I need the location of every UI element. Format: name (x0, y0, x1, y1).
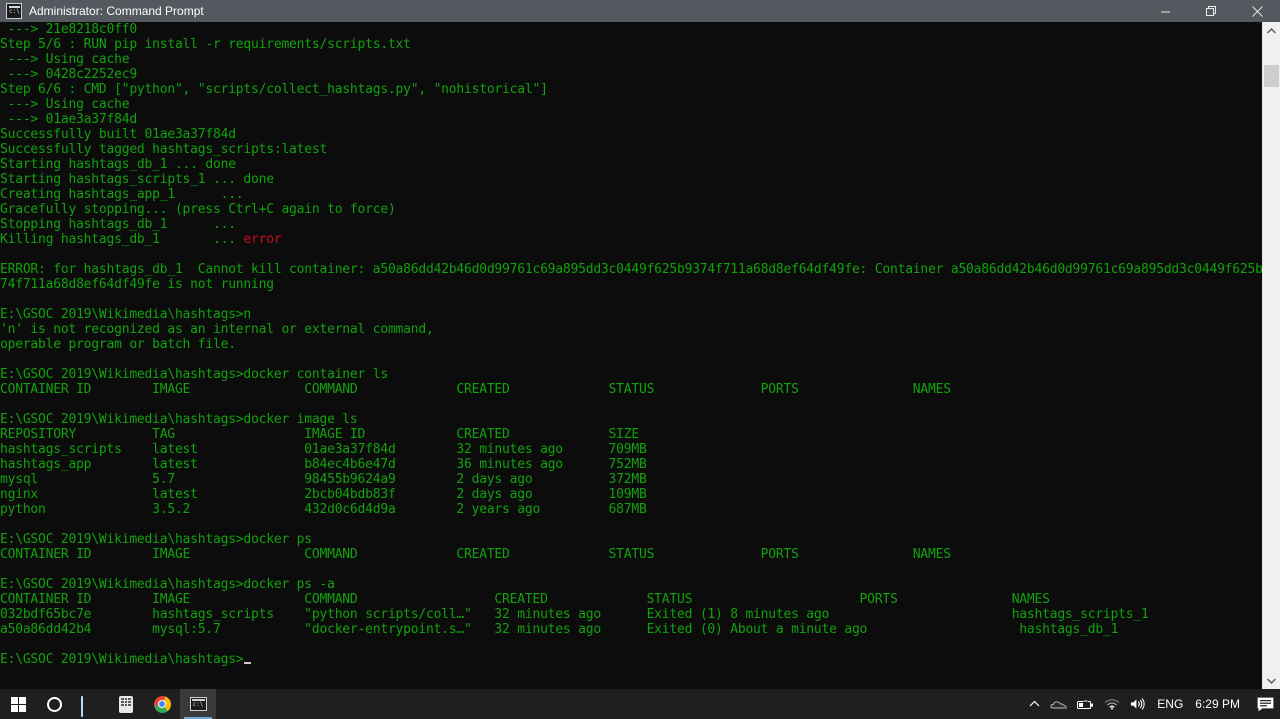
action-center-icon[interactable] (1250, 689, 1280, 719)
terminal-line: ---> 01ae3a37f84d (0, 112, 138, 127)
scroll-up-arrow-icon[interactable] (1263, 22, 1280, 39)
taskbar-item-command-prompt[interactable] (180, 689, 216, 719)
terminal-cursor (244, 662, 252, 664)
battery-icon[interactable] (1072, 689, 1099, 719)
terminal-line: Creating hashtags_app_1 ... (0, 187, 244, 202)
terminal-line: Killing hashtags_db_1 ... error (0, 232, 282, 247)
terminal-line: E:\GSOC 2019\Wikimedia\hashtags>docker i… (0, 412, 358, 427)
terminal-line: E:\GSOC 2019\Wikimedia\hashtags>n (0, 307, 252, 322)
terminal-line: E:\GSOC 2019\Wikimedia\hashtags> (0, 652, 1262, 667)
windows-start-icon (10, 696, 26, 712)
terminal-line: nginx latest 2bcb04bdb83f 2 days ago 109… (0, 487, 647, 502)
show-hidden-icons-button[interactable] (1024, 689, 1045, 719)
terminal-line: mysql 5.7 98455b9624a9 2 days ago 372MB (0, 472, 647, 487)
restore-button[interactable] (1188, 0, 1234, 22)
taskbar-item-monitor[interactable] (72, 689, 108, 719)
system-tray: ENG 6:29 PM (1024, 689, 1280, 719)
scrollbar-thumb[interactable] (1264, 65, 1279, 87)
terminal-line: E:\GSOC 2019\Wikimedia\hashtags>docker p… (0, 577, 335, 592)
chrome-icon (153, 695, 171, 713)
wifi-icon[interactable] (1099, 689, 1125, 719)
terminal-line: Step 5/6 : RUN pip install -r requiremen… (0, 37, 411, 52)
volume-icon[interactable] (1125, 689, 1151, 719)
scroll-down-arrow-icon[interactable] (1263, 672, 1280, 689)
terminal-line: Step 6/6 : CMD ["python", "scripts/colle… (0, 82, 548, 97)
cortana-icon (46, 696, 62, 712)
windows-taskbar: ENG 6:29 PM (0, 689, 1280, 719)
calculator-icon (119, 695, 133, 713)
terminal-line: E:\GSOC 2019\Wikimedia\hashtags>docker p… (0, 532, 312, 547)
terminal-line: Gracefully stopping... (press Ctrl+C aga… (0, 202, 396, 217)
window-title: Administrator: Command Prompt (29, 4, 204, 18)
command-prompt-icon (189, 697, 207, 711)
minimize-button[interactable] (1142, 0, 1188, 22)
terminal-error-text: error (243, 232, 282, 247)
scrollbar-track[interactable] (1263, 39, 1280, 672)
terminal-line: python 3.5.2 432d0c6d4d9a 2 years ago 68… (0, 502, 647, 517)
terminal-line: ---> 21e8218c0ff0 (0, 22, 138, 37)
onedrive-icon[interactable] (1045, 689, 1072, 719)
terminal-line: a50a86dd42b4 mysql:5.7 "docker-entrypoin… (0, 622, 1119, 637)
language-indicator[interactable]: ENG (1151, 689, 1189, 719)
terminal-line: ---> Using cache (0, 97, 130, 112)
desktop-root: Administrator: Command Prompt ---> 21e82… (0, 0, 1280, 719)
taskbar-item-chrome[interactable] (144, 689, 180, 719)
terminal-line: Successfully built 01ae3a37f84d (0, 127, 236, 142)
terminal-line: hashtags_app latest b84ec4b6e47d 36 minu… (0, 457, 647, 472)
monitor-icon (81, 696, 99, 717)
terminal-line: operable program or batch file. (0, 337, 236, 352)
terminal-line: Stopping hashtags_db_1 ... (0, 217, 236, 232)
terminal-line: 'n' is not recognized as an internal or … (0, 322, 434, 337)
terminal-line: ---> Using cache (0, 52, 130, 67)
terminal-line: Starting hashtags_scripts_1 ... done (0, 172, 274, 187)
taskbar-item-calculator[interactable] (108, 689, 144, 719)
terminal-scrollbar[interactable] (1262, 22, 1280, 689)
terminal-line: ERROR: for hashtags_db_1 Cannot kill con… (0, 262, 1262, 277)
window-titlebar[interactable]: Administrator: Command Prompt (0, 0, 1280, 22)
terminal-line: CONTAINER ID IMAGE COMMAND CREATED STATU… (0, 547, 951, 562)
window-controls (1142, 0, 1280, 22)
terminal-line: 74f711a68d8ef64df49fe is not running (0, 277, 274, 292)
terminal-line: REPOSITORY TAG IMAGE ID CREATED SIZE (0, 427, 639, 442)
cmd-icon (6, 3, 22, 19)
terminal-text: ---> 21e8218c0ff0 Step 5/6 : RUN pip inst… (0, 22, 1262, 667)
terminal-line: E:\GSOC 2019\Wikimedia\hashtags>docker c… (0, 367, 388, 382)
terminal-output-area[interactable]: ---> 21e8218c0ff0 Step 5/6 : RUN pip inst… (0, 22, 1262, 689)
cortana-search-button[interactable] (36, 689, 72, 719)
start-button[interactable] (0, 689, 36, 719)
terminal-line: ---> 0428c2252ec9 (0, 67, 138, 82)
terminal-line: CONTAINER ID IMAGE COMMAND CREATED STATU… (0, 382, 951, 397)
terminal-line: 032bdf65bc7e hashtags_scripts "python sc… (0, 607, 1149, 622)
terminal-line: Starting hashtags_db_1 ... done (0, 157, 236, 172)
close-button[interactable] (1234, 0, 1280, 22)
terminal-line: hashtags_scripts latest 01ae3a37f84d 32 … (0, 442, 647, 457)
terminal-line: CONTAINER ID IMAGE COMMAND CREATED STATU… (0, 592, 1050, 607)
clock[interactable]: 6:29 PM (1189, 689, 1250, 719)
terminal-line: Successfully tagged hashtags_scripts:lat… (0, 142, 328, 157)
